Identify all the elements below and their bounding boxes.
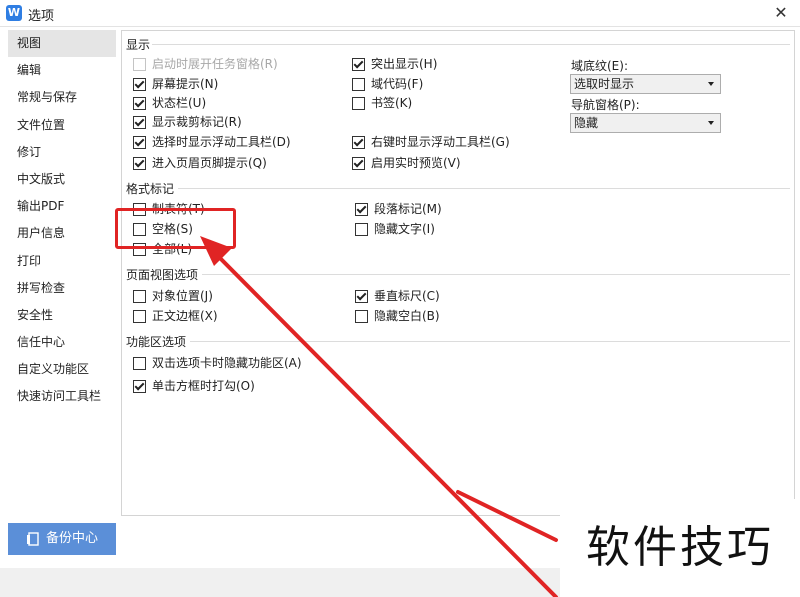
- watermark-text: 软件技巧: [560, 499, 800, 597]
